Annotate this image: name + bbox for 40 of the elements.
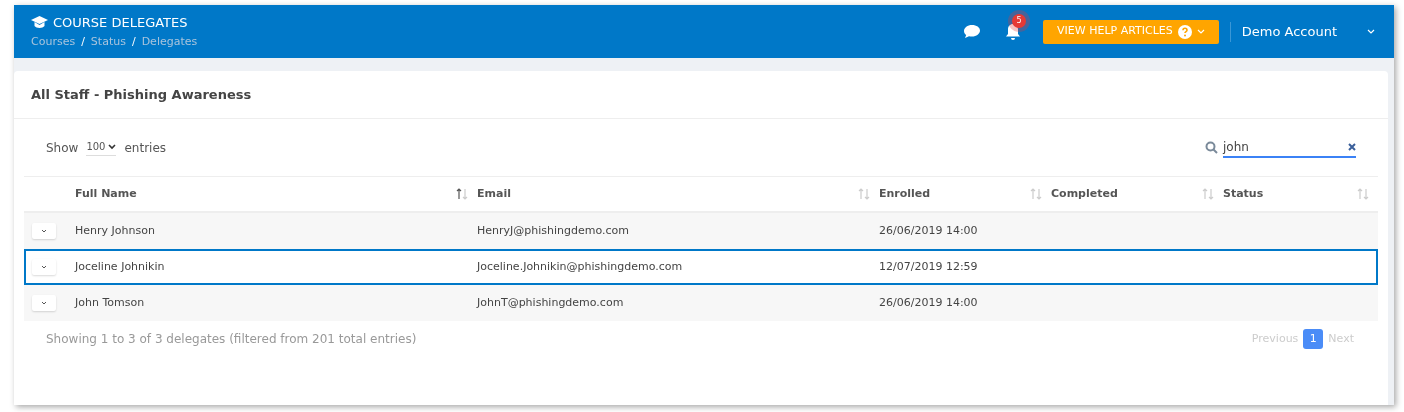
table-info: Showing 1 to 3 of 3 delegates (filtered from 201 total entries) [46,331,417,348]
entries-label: entries [124,139,167,157]
page-title: COURSE DELEGATES [53,13,188,32]
breadcrumb-separator: / [131,34,136,50]
chevron-down-icon [41,301,47,305]
table-cell: Joceline Johnikin [75,259,165,273]
card-title: All Staff - Phishing Awareness [31,85,252,104]
chevron-down-icon [108,143,117,150]
table-row[interactable]: Henry Johnson HenryJ@phishingdemo.com 26/06/2019 14:00 [24,213,1378,249]
table-cell: John Tomson [75,295,145,309]
column-header[interactable]: Enrolled [879,185,1042,203]
table-cell: JohnT@phishingdemo.com [477,295,624,309]
column-header[interactable]: Email [477,185,870,203]
graduation-cap-icon [31,15,48,29]
chat-icon[interactable] [963,24,982,39]
account-name[interactable]: Demo Account [1241,21,1337,42]
breadcrumb-separator: / [81,34,85,50]
table-cell: Joceline.Johnikin@phishingdemo.com [477,259,683,273]
entries-dropdown[interactable]: 100 [86,139,117,156]
table-cell: 26/06/2019 14:00 [879,223,978,237]
column-header[interactable]: Status [1223,185,1369,203]
column-header[interactable]: Completed [1051,185,1214,203]
chevron-down-icon [41,265,47,269]
show-label: Show [46,139,79,157]
chevron-down-icon[interactable] [1367,28,1375,35]
bell-icon[interactable] [1005,22,1022,41]
column-header[interactable]: Full Name [75,185,468,203]
table-row[interactable]: Joceline Johnikin Joceline.Johnikin@phishingdemo.com 12/07/2019 12:59 [24,249,1378,285]
chevron-down-icon [1196,28,1205,35]
table-cell: 26/06/2019 14:00 [879,295,978,309]
notification-badge: 5 [1012,13,1027,28]
search-icon [1205,141,1218,154]
table-cell: 12/07/2019 12:59 [879,259,978,273]
table-row[interactable]: John Tomson JohnT@phishingdemo.com 26/06/2019 14:00 [24,285,1378,321]
search-field[interactable]: john [1223,137,1356,158]
help-icon [1177,24,1192,39]
chevron-down-icon [41,229,47,233]
table-cell: Henry Johnson [75,223,155,237]
clear-icon[interactable] [1348,142,1356,151]
table-cell: HenryJ@phishingdemo.com [477,223,629,237]
